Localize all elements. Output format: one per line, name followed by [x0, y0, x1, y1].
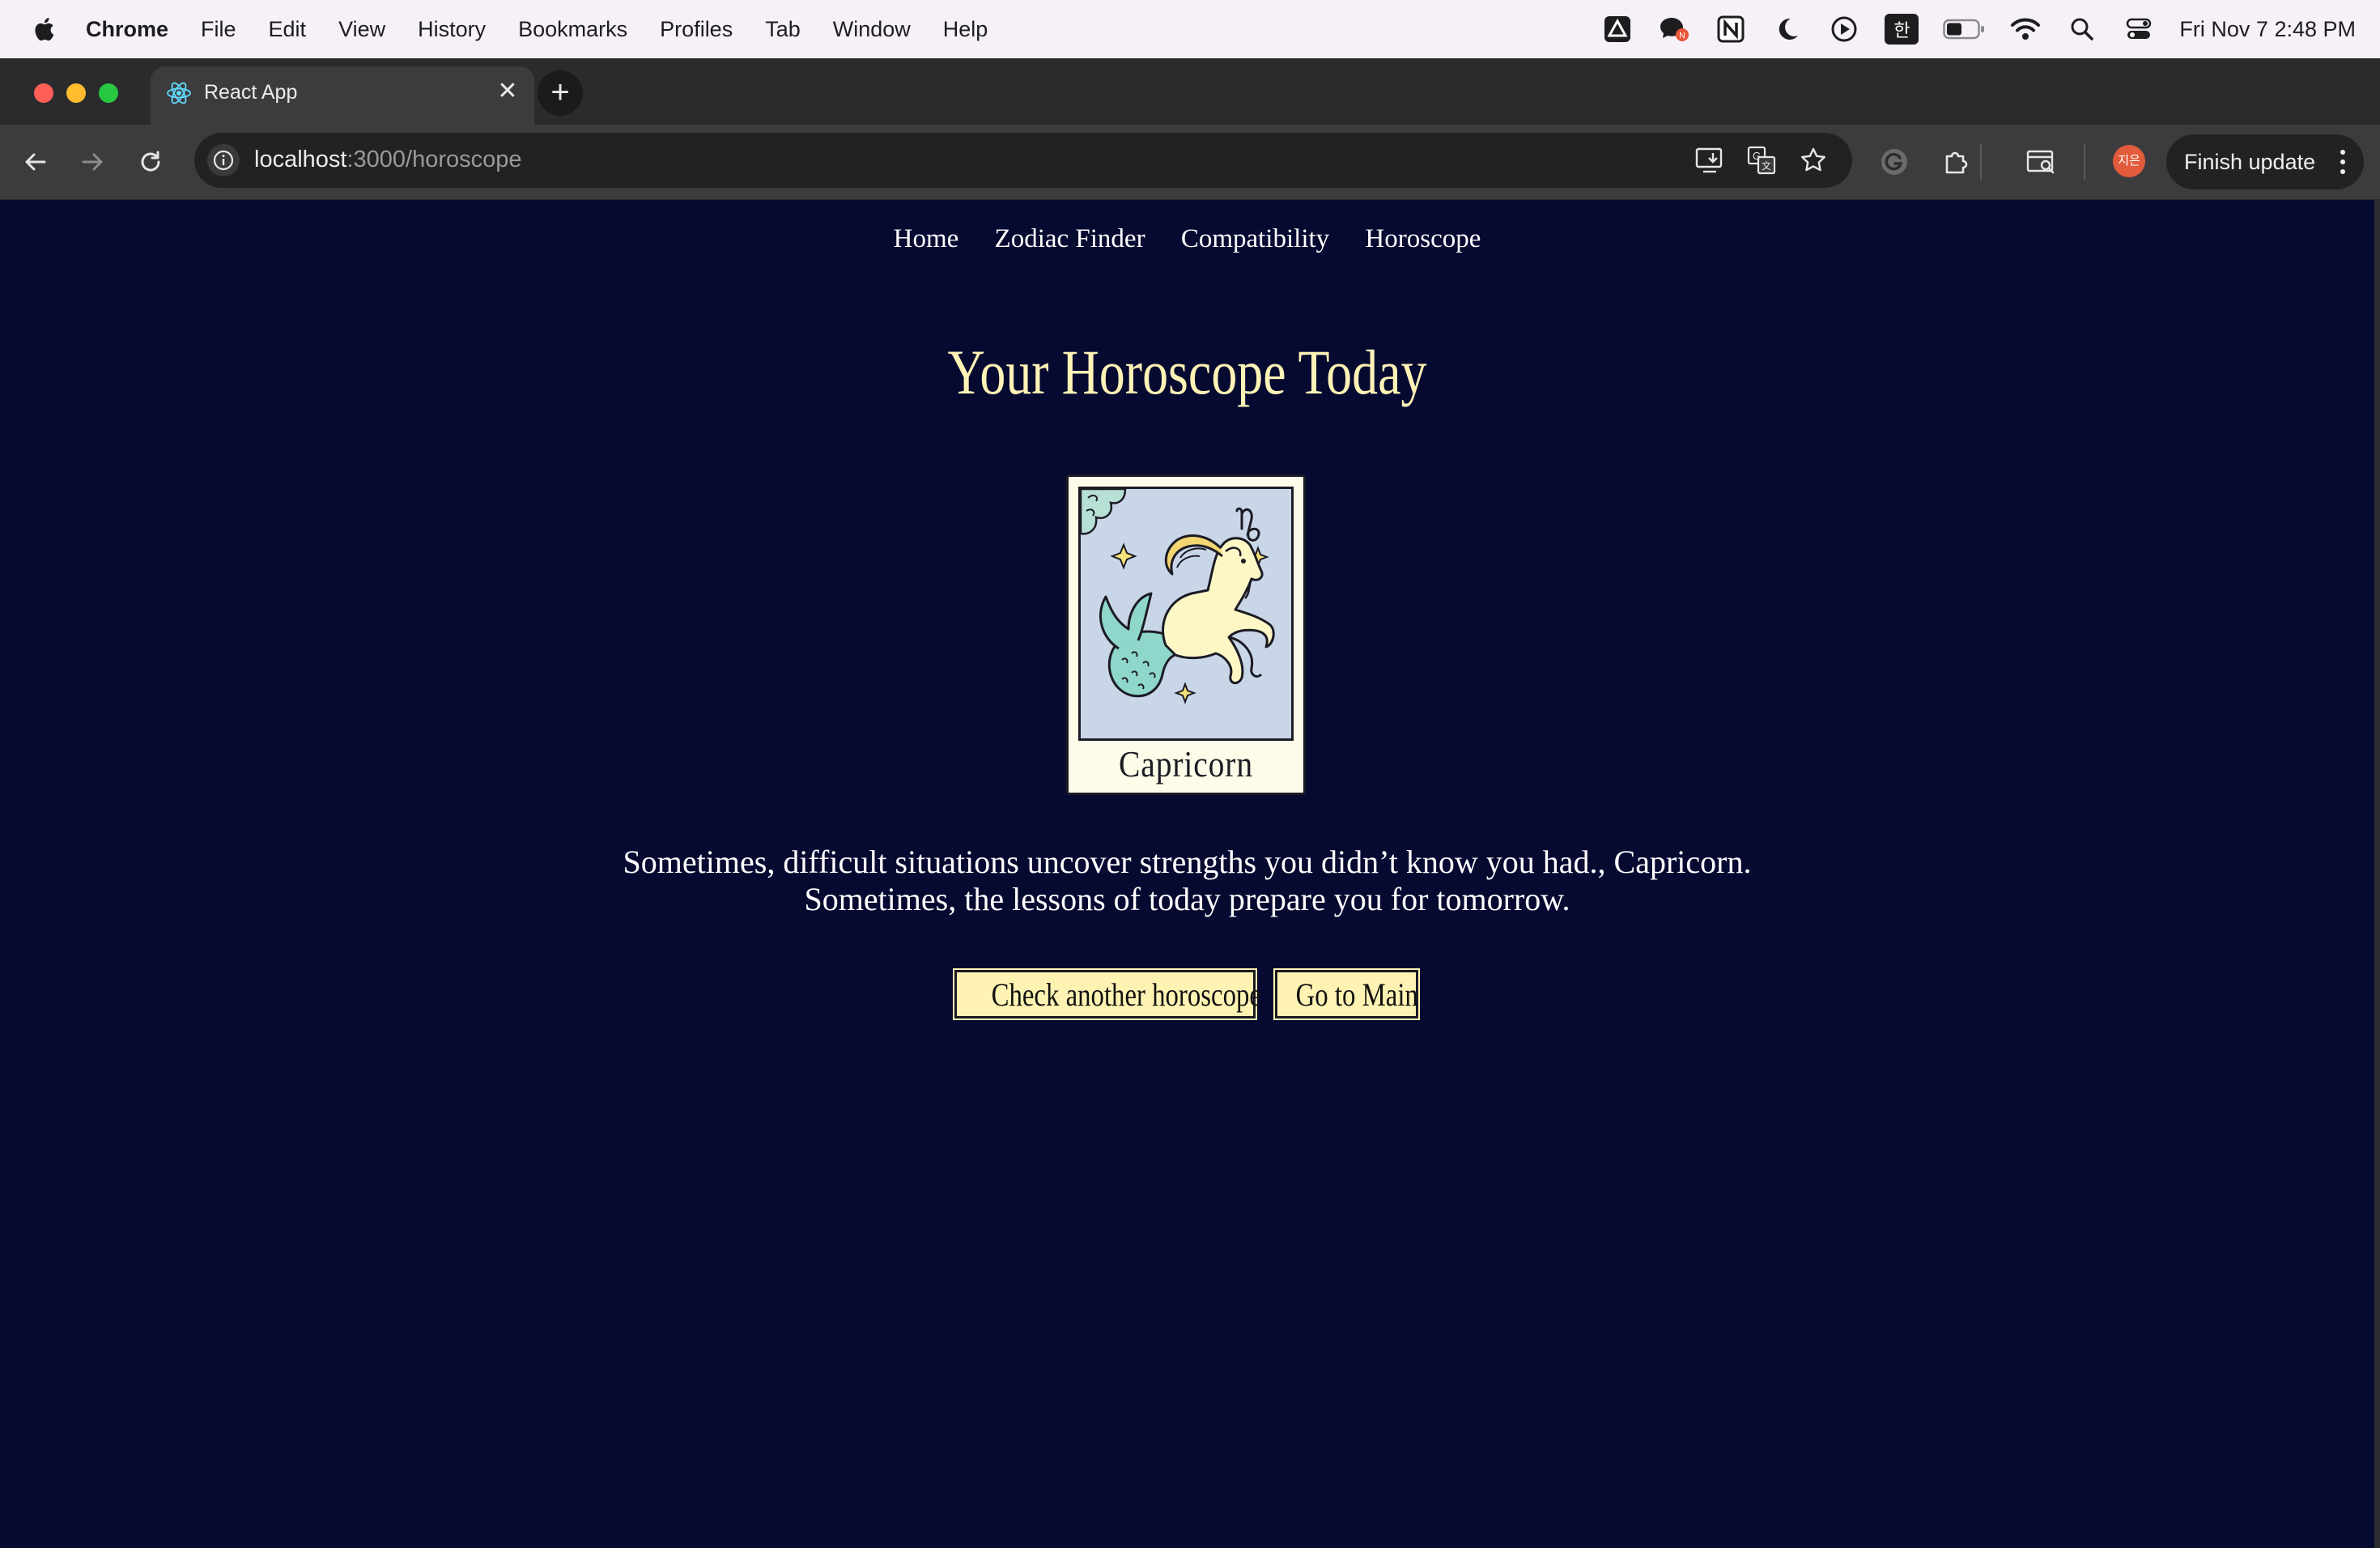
profile-avatar[interactable]: 지은 — [2113, 145, 2145, 177]
forward-icon[interactable] — [74, 144, 110, 180]
reload-icon[interactable] — [133, 144, 168, 180]
check-another-horoscope-label: Check another horoscope — [991, 976, 1261, 1013]
site-info-icon[interactable] — [207, 144, 240, 176]
check-another-horoscope-button[interactable]: Check another horoscope — [954, 970, 1261, 1019]
nav-zodiac-finder[interactable]: Zodiac Finder — [995, 224, 1145, 253]
browser-toolbar: localhost:3000/horoscope G文 지은 Finish up… — [0, 125, 2380, 200]
zodiac-sign-name: Capricorn — [1119, 743, 1253, 785]
nav-home[interactable]: Home — [894, 224, 959, 253]
input-method-label: 한 — [1893, 20, 1910, 40]
svg-text:文: 文 — [1762, 159, 1771, 172]
more-menu-icon[interactable] — [2338, 146, 2348, 178]
chat-notification-icon[interactable]: N — [1658, 13, 1690, 45]
moon-icon[interactable] — [1771, 13, 1804, 45]
notion-icon[interactable] — [1715, 13, 1747, 45]
menu-help[interactable]: Help — [943, 17, 988, 42]
horoscope-message: Sometimes, difficult situations uncover … — [623, 844, 1752, 917]
url-text[interactable]: localhost:3000/horoscope — [254, 147, 522, 173]
finish-update-label: Finish update — [2184, 150, 2316, 174]
page-title: Your Horoscope Today — [947, 337, 1427, 407]
svg-text:N: N — [1680, 32, 1685, 40]
menu-window[interactable]: Window — [833, 17, 911, 42]
wifi-icon[interactable] — [2009, 13, 2042, 45]
tab-title: React App — [204, 81, 298, 104]
nav-horoscope[interactable]: Horoscope — [1365, 224, 1481, 253]
address-bar[interactable]: localhost:3000/horoscope G文 — [194, 133, 1852, 188]
window-close-button[interactable] — [34, 83, 53, 103]
menu-edit[interactable]: Edit — [269, 17, 307, 42]
drive-icon[interactable] — [1601, 13, 1634, 45]
finish-update-button[interactable]: Finish update — [2166, 134, 2364, 189]
install-app-icon[interactable] — [1694, 144, 1726, 176]
clock[interactable]: Fri Nov 7 2:48 PM — [2179, 17, 2356, 42]
play-circle-icon[interactable] — [1828, 13, 1860, 45]
bookmark-star-icon[interactable] — [1797, 144, 1830, 176]
url-path: :3000/horoscope — [346, 147, 522, 172]
menu-profiles[interactable]: Profiles — [660, 17, 733, 42]
site-nav: Home Zodiac Finder Compatibility Horosco… — [0, 224, 2374, 254]
menu-file[interactable]: File — [201, 17, 236, 42]
zodiac-card: Capricorn — [1066, 474, 1306, 795]
window-minimize-button[interactable] — [66, 83, 86, 103]
grammarly-icon[interactable] — [1876, 144, 1912, 180]
menu-tab[interactable]: Tab — [765, 17, 801, 42]
menu-bookmarks[interactable]: Bookmarks — [518, 17, 627, 42]
menu-app-chrome[interactable]: Chrome — [86, 17, 168, 42]
window-edge — [2374, 200, 2380, 1548]
apple-icon[interactable] — [31, 15, 55, 43]
toolbar-divider-2 — [2084, 144, 2085, 180]
tab-search-icon[interactable] — [2024, 144, 2059, 180]
nav-compatibility[interactable]: Compatibility — [1181, 224, 1329, 253]
toolbar-divider — [1980, 144, 1982, 180]
status-area: N 한 Fri Nov 7 2:48 PM — [1577, 0, 2356, 58]
menu-bar: Chrome File Edit View History Bookmarks … — [0, 0, 2380, 58]
input-method-icon[interactable]: 한 — [1885, 14, 1919, 45]
capricorn-illustration — [1078, 487, 1294, 741]
translate-icon[interactable]: G文 — [1745, 144, 1778, 176]
extensions-icon[interactable] — [1938, 144, 1974, 180]
menu-view[interactable]: View — [338, 17, 385, 42]
tab-react-app[interactable]: React App ✕ — [151, 66, 534, 126]
tab-close-icon[interactable]: ✕ — [494, 78, 521, 105]
menu-history[interactable]: History — [418, 17, 486, 42]
new-tab-button[interactable]: + — [538, 70, 583, 116]
back-icon[interactable] — [18, 144, 53, 180]
go-to-main-button[interactable]: Go to Main — [1275, 970, 1418, 1019]
react-favicon-icon — [167, 82, 191, 104]
go-to-main-label: Go to Main — [1295, 976, 1418, 1013]
web-page: Home Zodiac Finder Compatibility Horosco… — [0, 200, 2374, 1548]
spotlight-search-icon[interactable] — [2066, 13, 2098, 45]
battery-icon[interactable] — [1943, 13, 1985, 45]
url-host: localhost — [254, 147, 347, 172]
control-center-icon[interactable] — [2123, 13, 2155, 45]
window-zoom-button[interactable] — [99, 83, 118, 103]
